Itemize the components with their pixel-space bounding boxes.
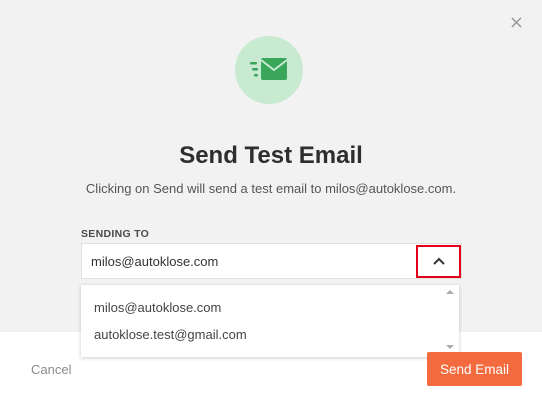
dropdown-scrollbar[interactable] (441, 285, 459, 357)
email-send-icon (235, 36, 303, 104)
dropdown-option[interactable]: autoklose.test@gmail.com (94, 327, 247, 342)
scroll-down-arrow-icon[interactable] (446, 345, 454, 349)
sending-to-select[interactable]: milos@autoklose.com (81, 243, 462, 279)
sending-to-selected-value: milos@autoklose.com (91, 254, 219, 269)
cancel-button[interactable]: Cancel (31, 362, 71, 377)
sending-to-dropdown-list: milos@autoklose.com autoklose.test@gmail… (81, 285, 459, 357)
dropdown-toggle-button[interactable] (416, 245, 461, 278)
close-icon[interactable]: × (509, 12, 524, 33)
dropdown-option[interactable]: milos@autoklose.com (94, 300, 221, 315)
modal-title: Send Test Email (179, 142, 363, 169)
modal-body: × Send Test Email Clicking on Send will … (0, 0, 542, 332)
modal-subtitle: Clicking on Send will send a test email … (85, 181, 457, 196)
chevron-up-icon (433, 257, 445, 265)
sending-to-label: SENDING TO (81, 228, 150, 240)
send-email-button[interactable]: Send Email (427, 352, 522, 386)
scroll-up-arrow-icon[interactable] (446, 290, 454, 294)
